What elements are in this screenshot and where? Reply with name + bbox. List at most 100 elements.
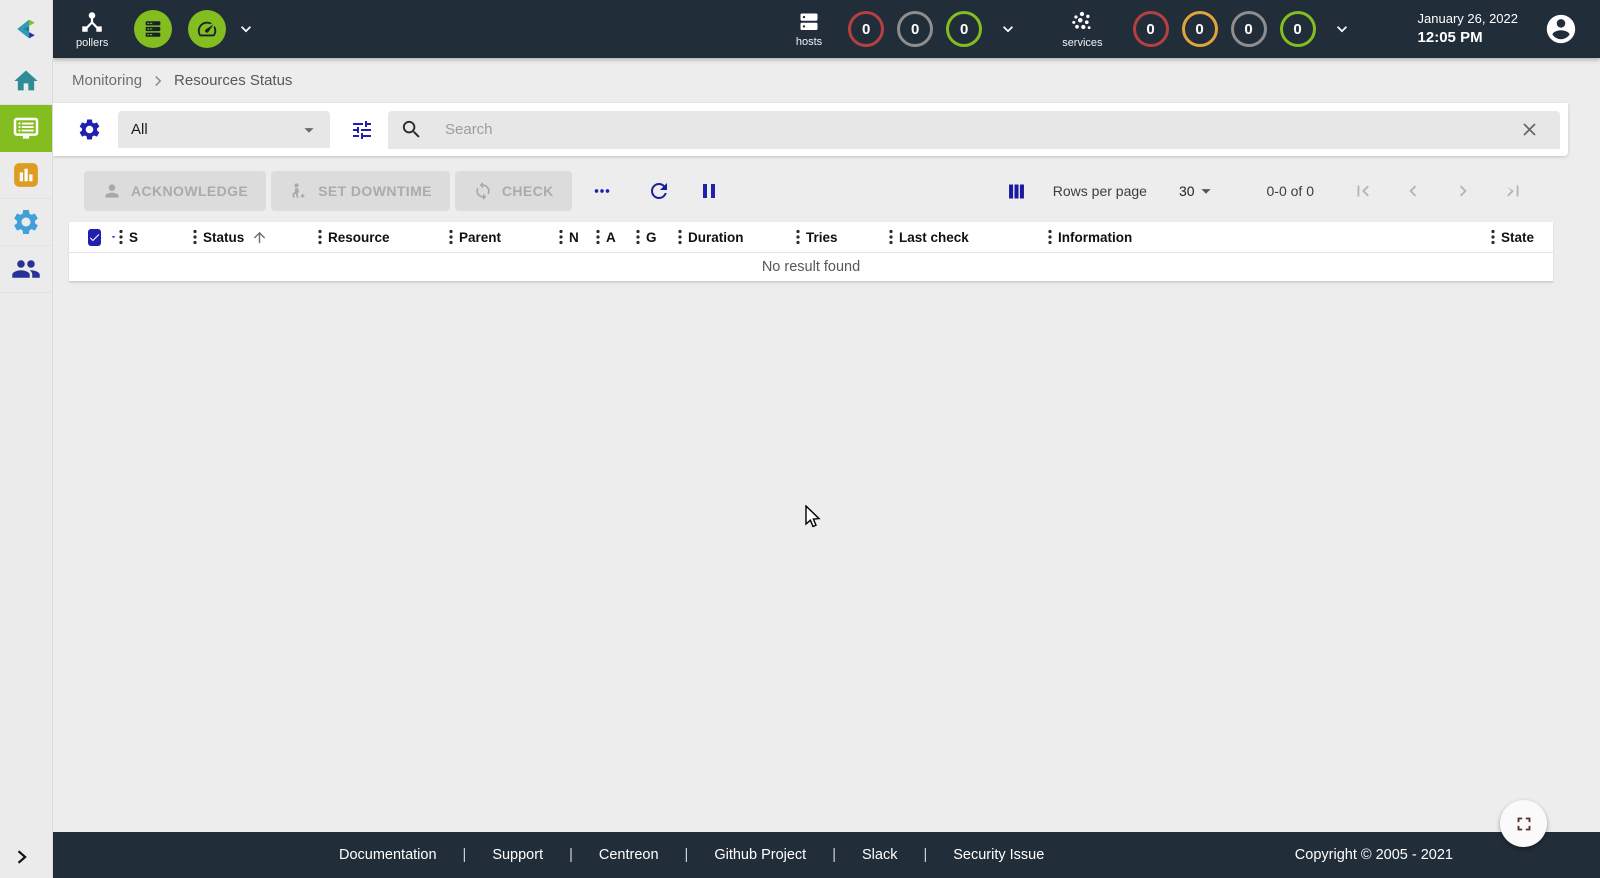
services-expand-button[interactable] xyxy=(1332,19,1352,39)
pagination-controls: Rows per page 30 0-0 of 0 xyxy=(1000,174,1538,208)
table-header-row: S Status Resource Parent N A G xyxy=(69,222,1553,253)
column-header-status[interactable]: Status xyxy=(192,229,317,246)
column-header-parent[interactable]: Parent xyxy=(448,229,558,245)
home-icon xyxy=(12,67,40,95)
sidebar-item-monitoring[interactable] xyxy=(0,105,52,152)
column-header-resource[interactable]: Resource xyxy=(317,229,448,245)
drag-handle-icon[interactable] xyxy=(1047,229,1053,245)
gear-icon xyxy=(11,207,41,237)
footer-link-security-issue[interactable]: Security Issue xyxy=(953,847,1044,863)
drag-handle-icon[interactable] xyxy=(448,229,454,245)
drag-handle-icon[interactable] xyxy=(677,229,683,245)
services-unknown-counter[interactable]: 0 xyxy=(1231,11,1267,47)
rows-per-page-select[interactable]: 30 xyxy=(1179,180,1217,202)
acknowledge-button[interactable]: ACKNOWLEDGE xyxy=(84,171,266,211)
user-menu-button[interactable] xyxy=(1544,12,1578,46)
drag-handle-icon[interactable] xyxy=(888,229,894,245)
close-icon xyxy=(1519,119,1540,140)
filter-type-select[interactable]: All xyxy=(118,111,330,148)
drag-handle-icon[interactable] xyxy=(1490,229,1496,245)
column-header-tries[interactable]: Tries xyxy=(795,229,888,245)
pause-autorefresh-button[interactable] xyxy=(691,173,727,209)
hosts-label: hosts xyxy=(796,36,822,48)
hosts-expand-button[interactable] xyxy=(998,19,1018,39)
sidebar-expand-button[interactable] xyxy=(8,844,34,870)
header-clock: January 26, 2022 12:05 PM xyxy=(1418,10,1518,48)
breadcrumb-monitoring[interactable]: Monitoring xyxy=(72,72,142,89)
monitoring-icon xyxy=(11,114,41,144)
hosts-up-counter[interactable]: 0 xyxy=(946,11,982,47)
search-input[interactable] xyxy=(445,121,1519,138)
hosts-unreachable-counter[interactable]: 0 xyxy=(897,11,933,47)
top-header-bar: pollers xyxy=(53,0,1600,58)
services-critical-counter[interactable]: 0 xyxy=(1133,11,1169,47)
header-time: 12:05 PM xyxy=(1418,28,1518,48)
tune-icon xyxy=(350,118,374,142)
refresh-icon xyxy=(647,179,671,203)
clear-search-button[interactable] xyxy=(1519,119,1540,140)
gauge-icon xyxy=(196,18,218,40)
fullscreen-icon xyxy=(1513,813,1535,835)
drag-handle-icon[interactable] xyxy=(118,229,124,245)
set-downtime-button[interactable]: SET DOWNTIME xyxy=(271,171,450,211)
fullscreen-button[interactable] xyxy=(1500,800,1547,847)
select-all-checkbox[interactable] xyxy=(88,229,101,246)
footer-link-github-project[interactable]: Github Project xyxy=(714,847,806,863)
drag-handle-icon[interactable] xyxy=(595,229,601,245)
column-header-state[interactable]: State xyxy=(1490,229,1553,245)
chevron-down-icon xyxy=(998,19,1018,39)
column-header-information[interactable]: Information xyxy=(1047,229,1490,245)
advanced-filters-button[interactable] xyxy=(350,118,374,142)
breadcrumb: Monitoring Resources Status xyxy=(53,58,1600,103)
refresh-button[interactable] xyxy=(641,173,677,209)
drag-handle-icon[interactable] xyxy=(558,229,564,245)
sidebar-item-reporting[interactable] xyxy=(0,152,52,199)
search-field[interactable] xyxy=(388,111,1560,149)
services-menu[interactable]: services xyxy=(1062,9,1102,49)
next-page-button[interactable] xyxy=(1438,174,1488,208)
footer-link-centreon[interactable]: Centreon xyxy=(599,847,659,863)
footer-link-support[interactable]: Support xyxy=(492,847,543,863)
drag-handle-icon[interactable] xyxy=(192,229,198,245)
breadcrumb-resources-status: Resources Status xyxy=(174,72,292,89)
sidebar-item-configuration[interactable] xyxy=(0,199,52,246)
hosts-menu[interactable]: hosts xyxy=(796,10,822,48)
column-header-severity[interactable]: S xyxy=(118,229,192,245)
pause-icon xyxy=(697,179,721,203)
person-icon xyxy=(102,181,122,201)
column-header-duration[interactable]: Duration xyxy=(677,229,795,245)
sync-icon xyxy=(473,181,493,201)
check-button[interactable]: CHECK xyxy=(455,171,572,211)
previous-page-button[interactable] xyxy=(1388,174,1438,208)
poller-statistics-button[interactable] xyxy=(188,10,226,48)
footer-link-slack[interactable]: Slack xyxy=(862,847,897,863)
last-page-button[interactable] xyxy=(1488,174,1538,208)
services-icon xyxy=(1069,9,1095,35)
poller-configuration-button[interactable] xyxy=(134,10,172,48)
services-warning-counter[interactable]: 0 xyxy=(1182,11,1218,47)
services-ok-counter[interactable]: 0 xyxy=(1280,11,1316,47)
chevron-down-icon xyxy=(1332,19,1352,39)
edit-columns-button[interactable] xyxy=(1000,175,1033,208)
drag-handle-icon[interactable] xyxy=(795,229,801,245)
drag-handle-icon[interactable] xyxy=(317,229,323,245)
column-header-graph[interactable]: G xyxy=(635,229,677,245)
select-options-arrow-icon[interactable] xyxy=(109,226,118,248)
first-page-button[interactable] xyxy=(1338,174,1388,208)
filter-settings-button[interactable] xyxy=(77,117,102,142)
sidebar-item-administration[interactable] xyxy=(0,246,52,293)
centreon-logo[interactable] xyxy=(0,0,52,58)
more-actions-button[interactable] xyxy=(585,174,619,208)
filter-panel: All xyxy=(53,103,1568,156)
pollers-expand-button[interactable] xyxy=(236,19,256,39)
hosts-down-counter[interactable]: 0 xyxy=(848,11,884,47)
column-header-action[interactable]: A xyxy=(595,229,635,245)
sidebar-item-home[interactable] xyxy=(0,58,52,105)
pollers-menu[interactable]: pollers xyxy=(76,9,108,49)
pollers-label: pollers xyxy=(76,37,108,49)
column-header-last-check[interactable]: Last check xyxy=(888,229,1047,245)
footer-link-documentation[interactable]: Documentation xyxy=(339,847,437,863)
bar-chart-icon xyxy=(11,160,41,190)
column-header-notes[interactable]: N xyxy=(558,229,595,245)
drag-handle-icon[interactable] xyxy=(635,229,641,245)
